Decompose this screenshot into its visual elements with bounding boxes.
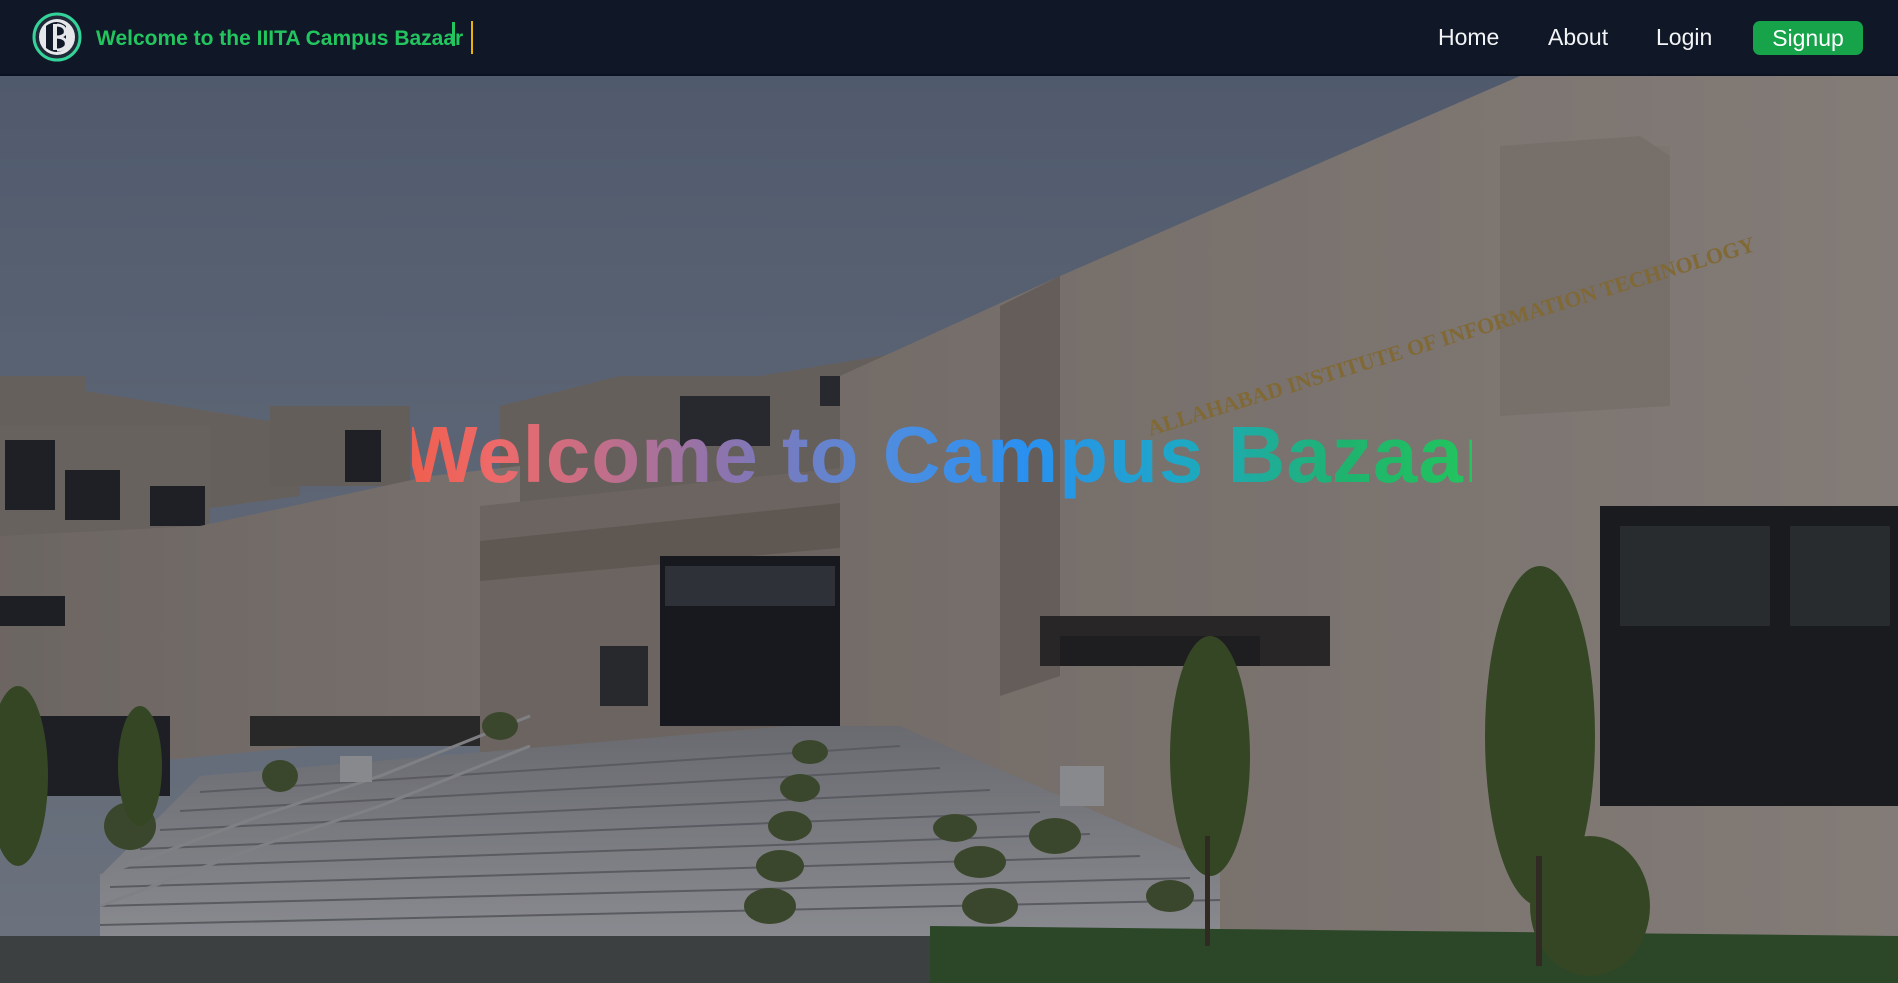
hero-title: Welcome to Campus Bazaar — [0, 410, 1898, 500]
typing-cursor — [452, 22, 455, 46]
nav-about-link[interactable]: About — [1548, 22, 1608, 52]
hero-dark-overlay — [0, 76, 1898, 983]
top-navbar: Welcome to the IIITA Campus Bazaar Home … — [0, 0, 1898, 76]
hero-section: ALLAHABAD INSTITUTE OF INFORMATION TECHN… — [0, 76, 1898, 983]
nav-home-link[interactable]: Home — [1438, 22, 1499, 52]
nav-login-link[interactable]: Login — [1656, 22, 1712, 52]
brand-title: Welcome to the IIITA Campus Bazaar — [96, 27, 464, 50]
campus-bazaar-logo-icon[interactable] — [32, 12, 82, 62]
signup-button[interactable]: Signup — [1753, 21, 1863, 55]
brand-divider — [471, 21, 473, 54]
